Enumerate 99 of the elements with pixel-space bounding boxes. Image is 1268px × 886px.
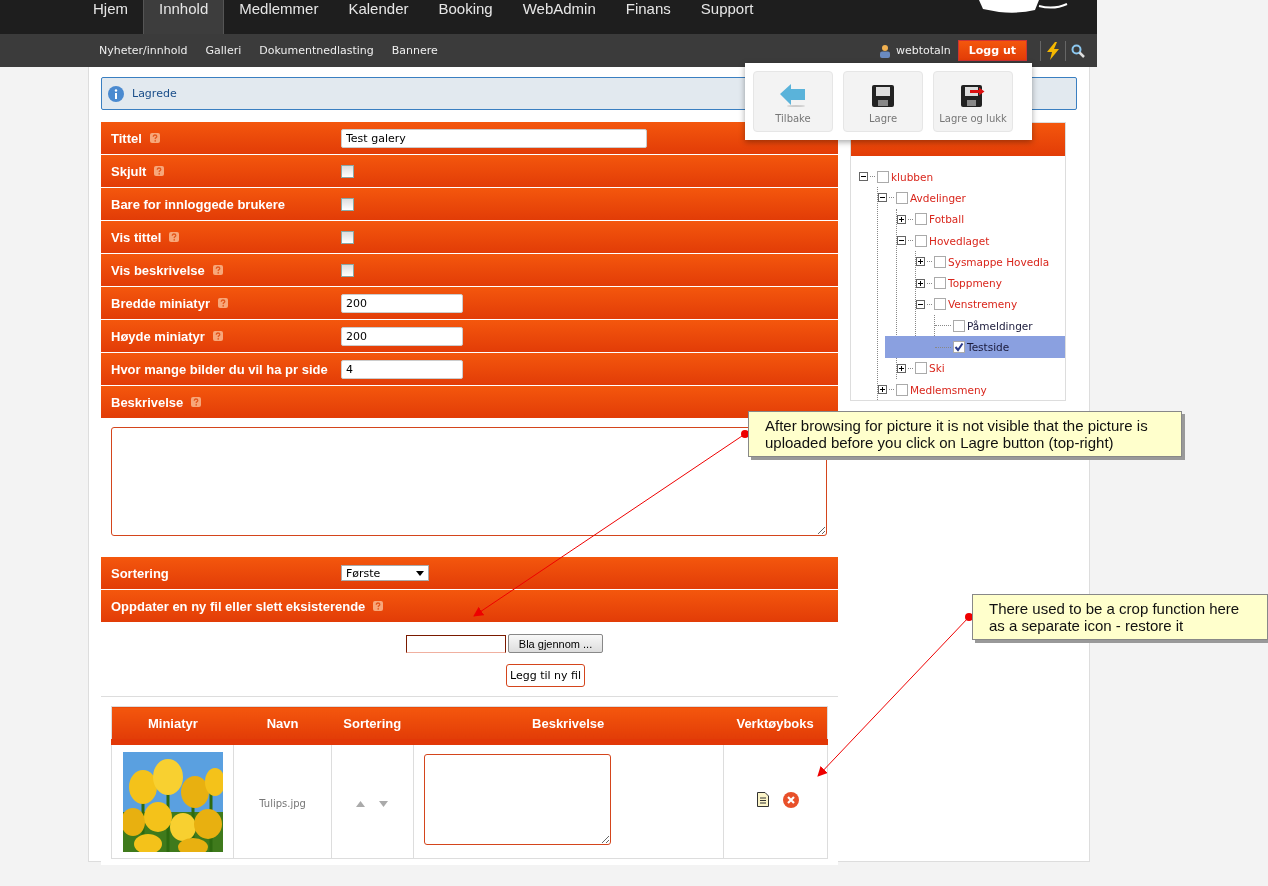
tree-item[interactable]: Venstremeny xyxy=(916,293,1061,316)
expand-icon[interactable] xyxy=(897,363,906,373)
field-label: Skjult xyxy=(111,163,147,179)
notice-text: Lagrede xyxy=(132,87,177,100)
tree-checkbox[interactable] xyxy=(877,170,889,183)
column-header: Sortering xyxy=(331,706,414,742)
input-field[interactable]: Test galery xyxy=(341,128,647,148)
tree-item[interactable]: Hovedlaget xyxy=(897,229,1061,252)
tree-item[interactable]: Medlemsmeny xyxy=(878,378,1061,401)
nav-tab[interactable]: Innhold xyxy=(143,0,225,34)
help-icon[interactable] xyxy=(154,166,165,176)
tree-item-selected[interactable]: Testside xyxy=(885,336,1065,358)
move-up-icon[interactable] xyxy=(356,801,366,807)
checkbox[interactable] xyxy=(341,263,354,277)
lightning-icon[interactable] xyxy=(1046,41,1060,60)
subnav-link[interactable]: Bannere xyxy=(382,44,447,57)
user-icon xyxy=(877,43,892,58)
document-icon[interactable] xyxy=(757,792,770,808)
tree-checkbox[interactable] xyxy=(896,383,908,396)
section-title: Oppdater en ny fil eller slett eksisterende xyxy=(111,598,366,614)
tree-checkbox[interactable] xyxy=(896,191,908,204)
annotation-note: There used to be a crop function here as a separate icon - restore it xyxy=(972,594,1268,640)
expand-icon[interactable] xyxy=(916,278,925,288)
subnav-link[interactable]: Dokumentnedlasting xyxy=(250,44,383,57)
tree-item[interactable]: Sysmappe Hovedla xyxy=(916,251,1061,273)
collapse-icon[interactable] xyxy=(878,193,887,203)
nav-tab[interactable]: WebAdmin xyxy=(507,0,611,34)
column-header: Navn xyxy=(233,706,332,742)
input-field[interactable]: 4 xyxy=(341,359,463,379)
tree-item[interactable]: Toppmeny xyxy=(916,272,1061,294)
tree-checkbox[interactable] xyxy=(934,255,946,268)
tree-checkbox[interactable] xyxy=(934,277,946,290)
sort-dropdown[interactable]: Første xyxy=(341,565,429,581)
logout-button[interactable]: Logg ut xyxy=(957,40,1027,61)
tree-item[interactable]: Ski xyxy=(897,357,1061,379)
expand-icon[interactable] xyxy=(878,385,887,395)
annotation-note: After browsing for picture it is not visible that the picture is uploaded before you click on Lagre button (top-right) xyxy=(748,411,1182,457)
collapse-icon[interactable] xyxy=(859,172,868,182)
input-field[interactable]: 200 xyxy=(341,326,463,346)
caret-icon xyxy=(416,570,424,576)
collapse-icon[interactable] xyxy=(897,236,906,246)
nav-tab[interactable]: Finans xyxy=(610,0,686,34)
add-file-button[interactable]: Legg til ny fil xyxy=(505,664,586,687)
collapse-icon[interactable] xyxy=(916,299,925,309)
field-label: Hvor mange bilder du vil ha pr side xyxy=(111,361,328,377)
toolbar-button[interactable]: Tilbake xyxy=(753,71,833,132)
section-title: Beskrivelse xyxy=(111,394,184,410)
delete-icon[interactable] xyxy=(783,791,800,808)
tree-checkbox[interactable] xyxy=(953,341,965,353)
help-icon[interactable] xyxy=(169,232,180,242)
expand-icon[interactable] xyxy=(897,214,906,224)
checkbox[interactable] xyxy=(341,230,354,244)
help-icon[interactable] xyxy=(191,397,202,407)
column-header: Verktøyboks xyxy=(723,706,828,742)
input-field[interactable]: 200 xyxy=(341,293,463,313)
tree-checkbox[interactable] xyxy=(915,362,927,375)
file-name: Tulips.jpg xyxy=(259,798,306,809)
tree-item[interactable]: Påmeldinger xyxy=(935,315,1061,337)
subnav-link[interactable]: Galleri xyxy=(196,44,251,57)
field-label: Sortering xyxy=(111,565,169,581)
nav-tab[interactable]: Medlemmer xyxy=(224,0,334,34)
expand-icon[interactable] xyxy=(916,257,925,267)
file-input[interactable] xyxy=(405,634,506,653)
column-header: Miniatyr xyxy=(111,706,234,742)
field-label: Vis tittel xyxy=(111,229,162,245)
checkbox[interactable] xyxy=(341,197,354,211)
tree-checkbox[interactable] xyxy=(934,298,946,311)
nav-tab[interactable]: Booking xyxy=(423,0,508,34)
username: webtotaln xyxy=(895,44,951,57)
toolbar-button[interactable]: Lagre og lukk xyxy=(933,71,1013,132)
help-icon[interactable] xyxy=(149,133,160,143)
tree-checkbox[interactable] xyxy=(953,319,965,332)
column-header: Beskrivelse xyxy=(413,706,724,742)
tree-checkbox[interactable] xyxy=(915,234,927,247)
subnav-link[interactable]: Nyheter/innhold xyxy=(90,44,197,57)
help-icon[interactable] xyxy=(212,331,223,341)
field-label: Bredde miniatyr xyxy=(111,295,210,311)
move-down-icon[interactable] xyxy=(379,801,389,807)
help-icon[interactable] xyxy=(373,601,384,611)
field-label: Høyde miniatyr xyxy=(111,328,205,344)
nav-tab[interactable]: Support xyxy=(685,0,769,34)
field-label: Vis beskrivelse xyxy=(111,262,205,278)
search-icon[interactable] xyxy=(1071,43,1085,58)
tree-item[interactable]: Fotball xyxy=(897,208,1061,230)
checkbox[interactable] xyxy=(341,164,354,178)
nav-tab[interactable]: Kalender xyxy=(333,0,424,34)
tree-item[interactable]: klubben xyxy=(859,166,1061,188)
nav-tab[interactable]: Hjem xyxy=(78,0,143,34)
toolbar-button[interactable]: Lagre xyxy=(843,71,923,132)
browse-button[interactable]: Bla gjennom ... xyxy=(507,634,604,653)
help-icon[interactable] xyxy=(212,265,223,275)
help-icon[interactable] xyxy=(218,298,228,308)
field-label: Bare for innloggede brukere xyxy=(111,196,286,212)
description-textarea[interactable] xyxy=(423,754,611,845)
tree-item[interactable]: Avdelinger xyxy=(878,187,1061,209)
back-arrow-icon xyxy=(779,83,807,107)
info-icon xyxy=(108,85,124,102)
field-label: Tittel xyxy=(111,130,142,146)
tree-checkbox[interactable] xyxy=(915,213,927,226)
